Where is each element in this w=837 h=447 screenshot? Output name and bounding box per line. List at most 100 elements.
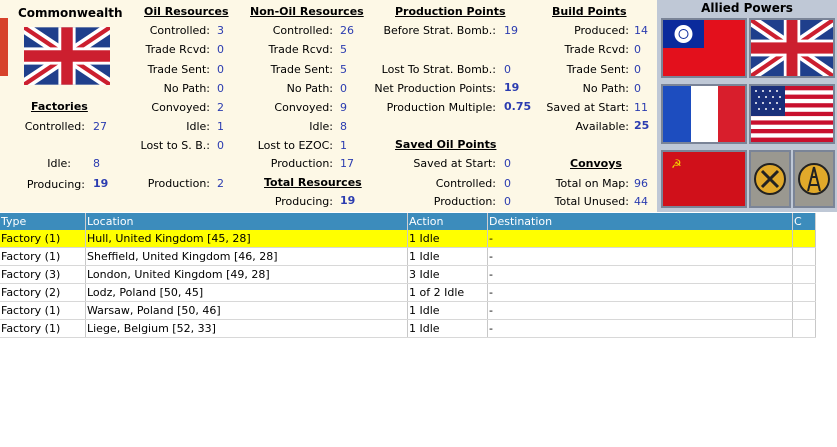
cell-destination[interactable]: - — [487, 247, 793, 266]
factory-table: Type Location Action Destination C Facto… — [0, 213, 816, 338]
ussr-flag-icon[interactable]: ☭ — [661, 150, 747, 208]
nonoil-production-value: 17 — [340, 157, 354, 170]
cell-action[interactable]: 1 Idle — [407, 230, 488, 248]
cell-c — [792, 265, 816, 284]
oil-lost-sb-value: 0 — [217, 139, 224, 152]
cell-type: Factory (1) — [0, 230, 86, 248]
bp-available-value: 25 — [634, 119, 650, 132]
build-points-header: Build Points — [552, 5, 627, 18]
nonoil-lost-ezoc-value: 1 — [340, 139, 347, 152]
nonoil-production-label: Production: — [270, 157, 333, 170]
oil-convoyed-label: Convoyed: — [151, 101, 210, 114]
saved-oil-production-label: Production: — [433, 195, 496, 208]
production-summary-panel: Commonwealth Factories Controlled: 27 Id… — [0, 0, 657, 212]
cell-action[interactable]: 1 of 2 Idle — [407, 283, 488, 302]
nonoil-controlled-value: 26 — [340, 24, 354, 37]
cell-location: Hull, United Kingdom [45, 28] — [85, 230, 408, 248]
saved-oil-controlled-value: 0 — [504, 177, 511, 190]
nonoil-controlled-label: Controlled: — [272, 24, 333, 37]
col-location-header[interactable]: Location — [85, 213, 408, 230]
uk-flag-icon[interactable] — [747, 15, 837, 81]
saved-oil-production-value: 0 — [504, 195, 511, 208]
table-right-margin — [816, 213, 837, 447]
cell-type: Factory (1) — [0, 247, 86, 266]
cell-destination[interactable]: - — [487, 319, 793, 338]
china-flag-icon[interactable] — [661, 18, 747, 78]
saved-oil-controlled-label: Controlled: — [435, 177, 496, 190]
oil-no-path-label: No Path: — [163, 82, 210, 95]
cell-type: Factory (1) — [0, 301, 86, 320]
pp-mult-label: Production Multiple: — [386, 101, 496, 114]
pp-lost-label: Lost To Strat. Bomb.: — [381, 63, 496, 76]
oil-resources-header: Oil Resources — [144, 5, 229, 18]
col-destination-header[interactable]: Destination — [487, 213, 793, 230]
pp-lost-value: 0 — [504, 63, 511, 76]
factories-header: Factories — [31, 100, 88, 113]
oil-lost-sb-label: Lost to S. B.: — [140, 139, 210, 152]
nonoil-lost-ezoc-label: Lost to EZOC: — [257, 139, 333, 152]
col-type-header[interactable]: Type — [0, 213, 86, 230]
cell-action[interactable]: 1 Idle — [407, 247, 488, 266]
cell-c — [792, 230, 816, 248]
bp-available-label: Available: — [575, 120, 630, 133]
bp-produced-label: Produced: — [574, 24, 629, 37]
mining-icon[interactable] — [749, 150, 791, 208]
bp-no-path-label: No Path: — [582, 82, 629, 95]
table-row[interactable]: Factory (1) Liege, Belgium [52, 33] 1 Id… — [0, 319, 816, 338]
bp-saved-value: 11 — [634, 101, 648, 114]
cell-location: Lodz, Poland [50, 45] — [85, 283, 408, 302]
nonoil-trade-sent-label: Trade Sent: — [270, 63, 333, 76]
oil-no-path-value: 0 — [217, 82, 224, 95]
oil-trade-sent-value: 0 — [217, 63, 224, 76]
total-producing-value: 19 — [340, 194, 356, 207]
table-header-row: Type Location Action Destination C — [0, 213, 816, 230]
total-resources-header: Total Resources — [264, 176, 362, 189]
table-row[interactable]: Factory (3) London, United Kingdom [49, … — [0, 265, 816, 284]
factories-controlled-value: 27 — [93, 120, 107, 133]
oil-trade-rcvd-value: 0 — [217, 43, 224, 56]
cell-action[interactable]: 1 Idle — [407, 319, 488, 338]
oil-trade-sent-label: Trade Sent: — [147, 63, 210, 76]
bp-trade-sent-label: Trade Sent: — [566, 63, 629, 76]
cell-location: Warsaw, Poland [50, 46] — [85, 301, 408, 320]
saved-oil-saved-label: Saved at Start: — [413, 157, 496, 170]
nonoil-idle-label: Idle: — [309, 120, 333, 133]
bp-trade-rcvd-value: 0 — [634, 43, 641, 56]
pp-before-label: Before Strat. Bomb.: — [383, 24, 496, 37]
oil-derrick-icon[interactable] — [793, 150, 835, 208]
cell-destination[interactable]: - — [487, 301, 793, 320]
cell-type: Factory (3) — [0, 265, 86, 284]
cell-destination[interactable]: - — [487, 283, 793, 302]
table-row[interactable]: Factory (2) Lodz, Poland [50, 45] 1 of 2… — [0, 283, 816, 302]
cell-destination[interactable]: - — [487, 230, 793, 248]
oil-production-value: 2 — [217, 177, 224, 190]
cell-action[interactable]: 3 Idle — [407, 265, 488, 284]
nonoil-trade-sent-value: 5 — [340, 63, 347, 76]
pp-net-value: 19 — [504, 81, 520, 94]
pp-before-value: 19 — [504, 24, 518, 37]
cell-c — [792, 283, 816, 302]
cell-destination[interactable]: - — [487, 265, 793, 284]
saved-oil-points-header: Saved Oil Points — [395, 138, 497, 151]
pp-net-label: Net Production Points: — [374, 82, 496, 95]
factories-idle-value: 8 — [93, 157, 100, 170]
convoys-total-map-value: 96 — [634, 177, 648, 190]
table-row[interactable]: Factory (1) Warsaw, Poland [50, 46] 1 Id… — [0, 301, 816, 320]
allied-powers-panel: Allied Powers ☭ — [657, 0, 837, 212]
oil-controlled-label: Controlled: — [149, 24, 210, 37]
uk-flag-icon[interactable] — [20, 22, 114, 90]
table-row[interactable]: Factory (1) Hull, United Kingdom [45, 28… — [0, 230, 816, 248]
oil-idle-value: 1 — [217, 120, 224, 133]
col-action-header[interactable]: Action — [407, 213, 488, 230]
nonoil-no-path-label: No Path: — [286, 82, 333, 95]
cell-action[interactable]: 1 Idle — [407, 301, 488, 320]
cell-location: Liege, Belgium [52, 33] — [85, 319, 408, 338]
cell-type: Factory (1) — [0, 319, 86, 338]
usa-flag-icon[interactable] — [749, 84, 835, 144]
france-flag-icon[interactable] — [661, 84, 747, 144]
convoys-total-unused-value: 44 — [634, 195, 648, 208]
bp-produced-value: 14 — [634, 24, 648, 37]
cell-c — [792, 301, 816, 320]
table-row[interactable]: Factory (1) Sheffield, United Kingdom [4… — [0, 247, 816, 266]
col-c-header[interactable]: C — [792, 213, 816, 230]
